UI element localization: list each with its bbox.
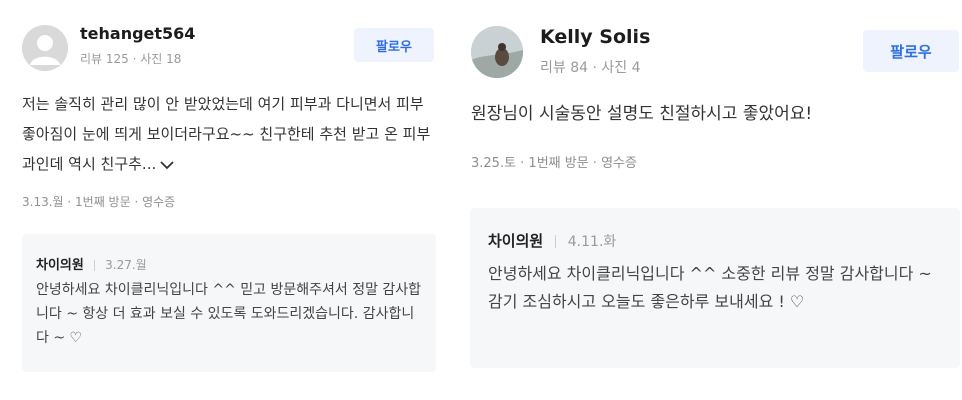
- follow-button[interactable]: 팔로우: [354, 28, 434, 62]
- reply-author: 차이의원: [488, 232, 544, 250]
- review-text-body: 저는 솔직히 관리 많이 안 받았었는데 여기 피부과 다니면서 피부 좋아짐이…: [22, 95, 431, 173]
- user-stats: 리뷰 125 · 사진 18: [80, 52, 182, 66]
- chevron-down-icon[interactable]: [160, 160, 174, 170]
- profile-photo-icon: [471, 26, 523, 78]
- reply-header: 차이의원 4.11.화: [488, 230, 616, 251]
- user-stats: 리뷰 84 · 사진 4: [540, 60, 641, 76]
- review-card: tehanget564 리뷰 125 · 사진 18 팔로우 저는 솔직히 관리…: [0, 0, 440, 400]
- avatar[interactable]: [471, 26, 523, 78]
- reply-date: 3.27.월: [105, 258, 147, 272]
- reply-text: 안녕하세요 차이클리닉입니다 ^^ 소중한 리뷰 정말 감사합니다 ~ 감기 조…: [488, 264, 932, 311]
- reply-author: 차이의원: [36, 258, 84, 273]
- follow-button[interactable]: 팔로우: [863, 30, 959, 72]
- owner-reply: 차이의원 4.11.화 안녕하세요 차이클리닉입니다 ^^ 소중한 리뷰 정말 …: [470, 208, 960, 368]
- divider: [93, 260, 95, 271]
- owner-reply: 차이의원 3.27.월 안녕하세요 차이클리닉입니다 ^^ 믿고 방문해주셔서 …: [22, 234, 436, 372]
- reply-header: 차이의원 3.27.월: [36, 254, 147, 273]
- user-silhouette-icon: [22, 25, 68, 71]
- review-text[interactable]: 저는 솔직히 관리 많이 안 받았었는데 여기 피부과 다니면서 피부 좋아짐이…: [22, 89, 434, 179]
- username[interactable]: tehanget564: [80, 24, 195, 43]
- review-text[interactable]: 원장님이 시술동안 설명도 친절하시고 좋았어요!: [471, 101, 959, 127]
- username[interactable]: Kelly Solis: [540, 26, 650, 48]
- reply-text: 안녕하세요 차이클리닉입니다 ^^ 믿고 방문해주셔서 정말 감사합니다 ~ 항…: [36, 282, 422, 346]
- visit-info: 3.13.월 · 1번째 방문 · 영수증: [22, 195, 176, 209]
- divider: [554, 235, 556, 248]
- avatar[interactable]: [22, 25, 68, 71]
- review-card: Kelly Solis 리뷰 84 · 사진 4 팔로우 원장님이 시술동안 설…: [462, 0, 962, 400]
- reply-date: 4.11.화: [567, 234, 617, 250]
- visit-info: 3.25.토 · 1번째 방문 · 영수증: [471, 156, 637, 171]
